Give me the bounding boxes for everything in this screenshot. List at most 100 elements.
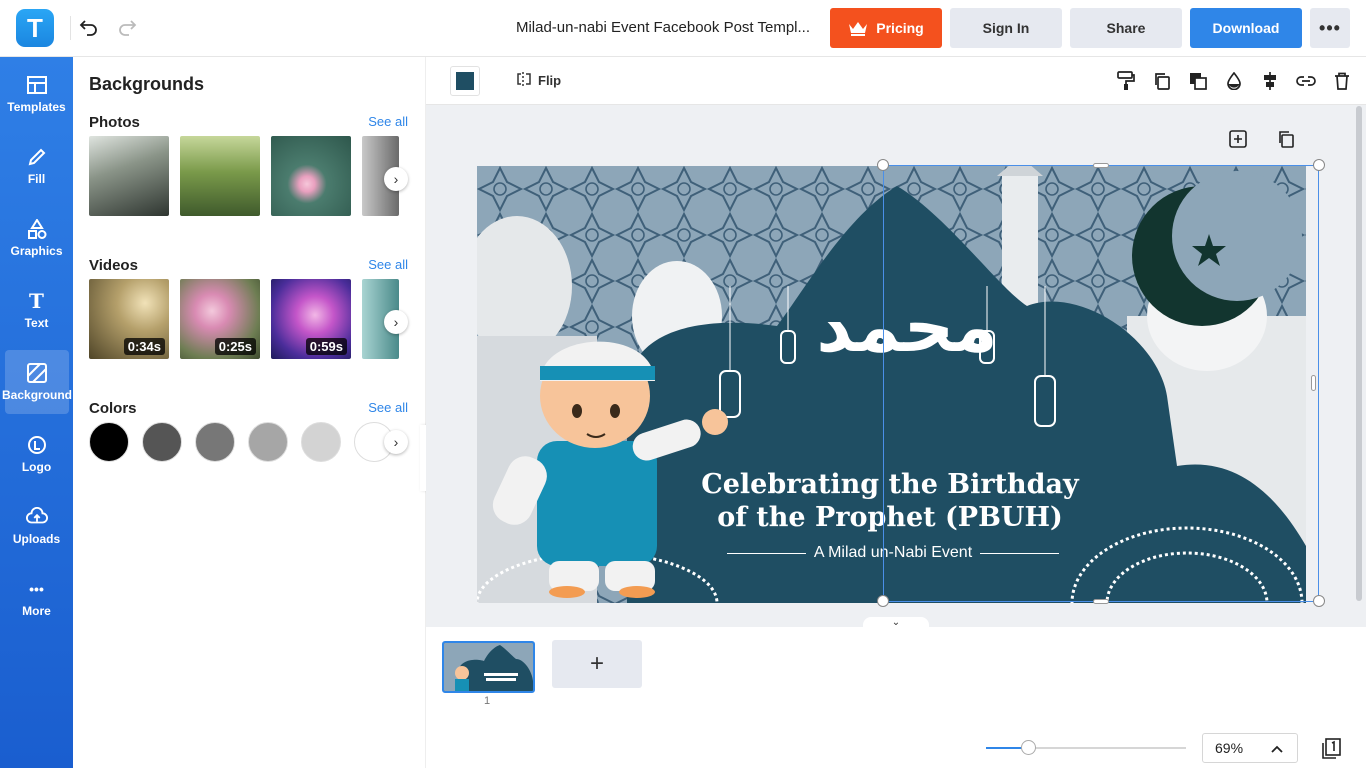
video-duration: 0:34s	[123, 338, 165, 355]
redo-icon[interactable]	[116, 16, 138, 38]
resize-handle[interactable]	[1093, 163, 1109, 168]
photos-see-all-link[interactable]: See all	[368, 114, 408, 129]
photos-next-arrow[interactable]: ›	[384, 167, 408, 191]
nav-item-uploads[interactable]: Uploads	[0, 494, 73, 558]
flip-label: Flip	[538, 73, 562, 88]
delete-icon[interactable]	[1331, 70, 1353, 92]
fill-color-picker[interactable]	[450, 66, 480, 96]
background-icon	[26, 362, 48, 384]
top-bar: T Milad-un-nabi Event Facebook Post Temp…	[0, 0, 1366, 57]
colors-row	[89, 422, 399, 464]
nav-label: Logo	[21, 460, 52, 474]
page-number: 1	[484, 695, 491, 707]
duplicate-icon[interactable]	[1151, 70, 1173, 92]
video-thumbnail[interactable]: 0:25s	[180, 279, 260, 359]
resize-handle[interactable]	[1311, 375, 1316, 391]
videos-next-arrow[interactable]: ›	[384, 310, 408, 334]
videos-section-title: Videos	[89, 257, 138, 274]
videos-row: 0:34s 0:25s 0:59s	[89, 279, 399, 359]
zoom-slider-handle[interactable]	[1021, 740, 1036, 755]
nav-item-more[interactable]: ••• More	[0, 566, 73, 630]
video-duration: 0:59s	[305, 338, 347, 355]
templates-icon	[26, 74, 48, 96]
duplicate-page-icon[interactable]	[1275, 128, 1297, 150]
design-canvas[interactable]: محمد	[477, 166, 1306, 603]
design-artwork	[477, 166, 1306, 603]
nav-label: Templates	[7, 100, 66, 114]
video-thumbnail[interactable]: 0:34s	[89, 279, 169, 359]
add-page-icon[interactable]	[1227, 128, 1249, 150]
selected-color-swatch	[456, 72, 474, 90]
photo-thumbnail[interactable]	[180, 136, 260, 216]
panel-title: Backgrounds	[89, 74, 205, 94]
color-swatch-black[interactable]	[89, 422, 129, 462]
headline-line-1: Celebrating the Birthday	[701, 469, 1079, 500]
resize-handle[interactable]	[877, 595, 889, 607]
color-swatch-silver[interactable]	[301, 422, 341, 462]
arabic-calligraphy: محمد	[816, 286, 998, 368]
resize-handle[interactable]	[877, 159, 889, 171]
subtitle-text[interactable]: A Milad un-Nabi Event	[727, 544, 1059, 562]
opacity-icon[interactable]	[1223, 70, 1245, 92]
logo-icon	[26, 434, 48, 456]
headline-line-2: of the Prophet (PBUH)	[717, 502, 1063, 533]
align-icon[interactable]	[1259, 70, 1281, 92]
resize-handle[interactable]	[1313, 159, 1325, 171]
headline-text[interactable]: Celebrating the Birthday of the Prophet …	[700, 468, 1080, 534]
chevron-right-icon: ›	[393, 314, 399, 330]
nav-label: Fill	[27, 172, 46, 186]
sign-in-button[interactable]: Sign In	[950, 8, 1062, 48]
nav-item-background[interactable]: Background	[2, 350, 73, 414]
color-swatch-gray[interactable]	[195, 422, 235, 462]
nav-item-fill[interactable]: Fill	[0, 134, 73, 198]
more-options-button[interactable]: •••	[1310, 8, 1350, 48]
photos-row	[89, 136, 399, 216]
crown-icon	[848, 20, 868, 36]
link-icon[interactable]	[1295, 70, 1317, 92]
video-thumbnail[interactable]: 0:59s	[271, 279, 351, 359]
element-toolbar: Flip	[426, 57, 1366, 105]
resize-handle[interactable]	[1093, 599, 1109, 604]
divider-line	[727, 552, 806, 554]
text-icon: T	[29, 289, 44, 313]
share-button[interactable]: Share	[1070, 8, 1182, 48]
undo-icon[interactable]	[78, 16, 100, 38]
photo-thumbnail[interactable]	[271, 136, 351, 216]
more-icon: •••	[29, 581, 44, 597]
pricing-button[interactable]: Pricing	[830, 8, 942, 48]
page-count-icon[interactable]	[1320, 737, 1342, 759]
video-duration: 0:25s	[214, 338, 256, 355]
page-thumbnail[interactable]	[442, 641, 535, 693]
nav-item-graphics[interactable]: Graphics	[0, 206, 73, 270]
download-button[interactable]: Download	[1190, 8, 1302, 48]
subtitle-label: A Milad un-Nabi Event	[813, 544, 973, 561]
divider-line	[980, 552, 1059, 554]
nav-label: Background	[2, 388, 73, 402]
paint-roller-icon[interactable]	[1115, 70, 1137, 92]
add-page-button[interactable]: +	[552, 640, 642, 688]
nav-item-templates[interactable]: Templates	[0, 62, 73, 126]
flip-button[interactable]: Flip	[516, 71, 561, 90]
photo-thumbnail[interactable]	[89, 136, 169, 216]
app-logo[interactable]: T	[16, 9, 54, 47]
resize-handle[interactable]	[1313, 595, 1325, 607]
color-swatch-light-gray[interactable]	[248, 422, 288, 462]
nav-item-text[interactable]: T Text	[0, 278, 73, 342]
pricing-label: Pricing	[876, 20, 924, 36]
fill-icon	[26, 146, 48, 168]
nav-item-logo[interactable]: Logo	[0, 422, 73, 486]
graphics-icon	[26, 218, 48, 240]
colors-see-all-link[interactable]: See all	[368, 400, 408, 415]
left-navigation: Templates Fill Graphics T Text Backgroun…	[0, 57, 73, 768]
document-title[interactable]: Milad-un-nabi Event Facebook Post Templ.…	[480, 19, 810, 36]
chevron-up-icon	[1271, 740, 1283, 756]
zoom-level-dropdown[interactable]: 69%	[1202, 733, 1298, 763]
uploads-icon	[25, 506, 48, 528]
canvas-scrollbar[interactable]	[1356, 106, 1362, 601]
layer-order-icon[interactable]	[1187, 70, 1209, 92]
color-swatch-dark-gray[interactable]	[142, 422, 182, 462]
videos-see-all-link[interactable]: See all	[368, 257, 408, 272]
colors-next-arrow[interactable]: ›	[384, 430, 408, 454]
zoom-value: 69%	[1215, 740, 1244, 756]
chevron-right-icon: ›	[393, 171, 399, 187]
